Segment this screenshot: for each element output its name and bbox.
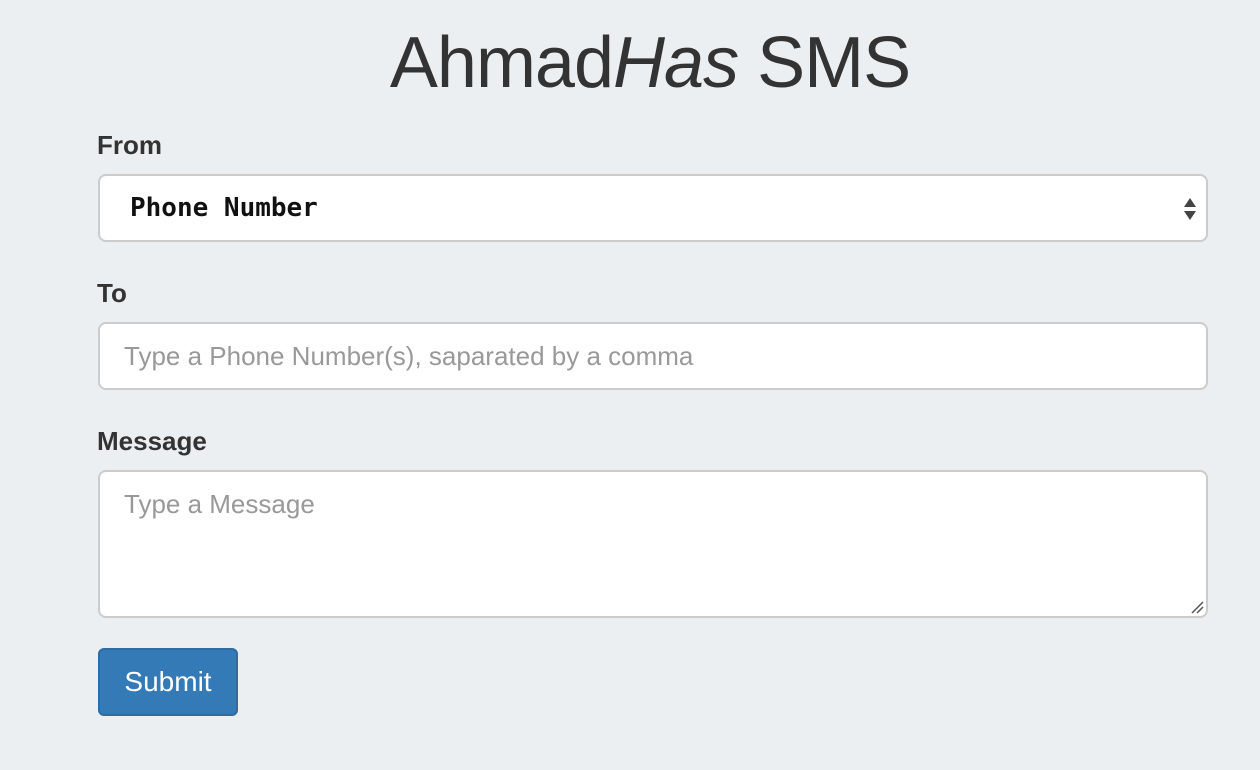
to-input[interactable]: Type a Phone Number(s), saparated by a c…: [98, 322, 1208, 390]
resize-grip-icon[interactable]: [1190, 600, 1204, 614]
message-textarea[interactable]: Type a Message: [98, 470, 1208, 618]
title-sms: SMS: [738, 23, 911, 103]
title-has: Has: [613, 23, 739, 103]
message-textarea-placeholder: Type a Message: [124, 489, 315, 519]
from-select[interactable]: Phone Number: [98, 174, 1208, 242]
message-label: Message: [97, 426, 207, 456]
submit-button[interactable]: Submit: [98, 648, 238, 716]
to-input-placeholder: Type a Phone Number(s), saparated by a c…: [124, 341, 694, 371]
from-select-value: Phone Number: [130, 193, 318, 223]
to-label: To: [97, 278, 127, 308]
title-ahmad: Ahmad: [389, 23, 614, 103]
page-title: AhmadHas SMS: [0, 22, 1260, 104]
from-label: From: [97, 130, 162, 160]
up-down-caret-icon: [1184, 198, 1196, 220]
